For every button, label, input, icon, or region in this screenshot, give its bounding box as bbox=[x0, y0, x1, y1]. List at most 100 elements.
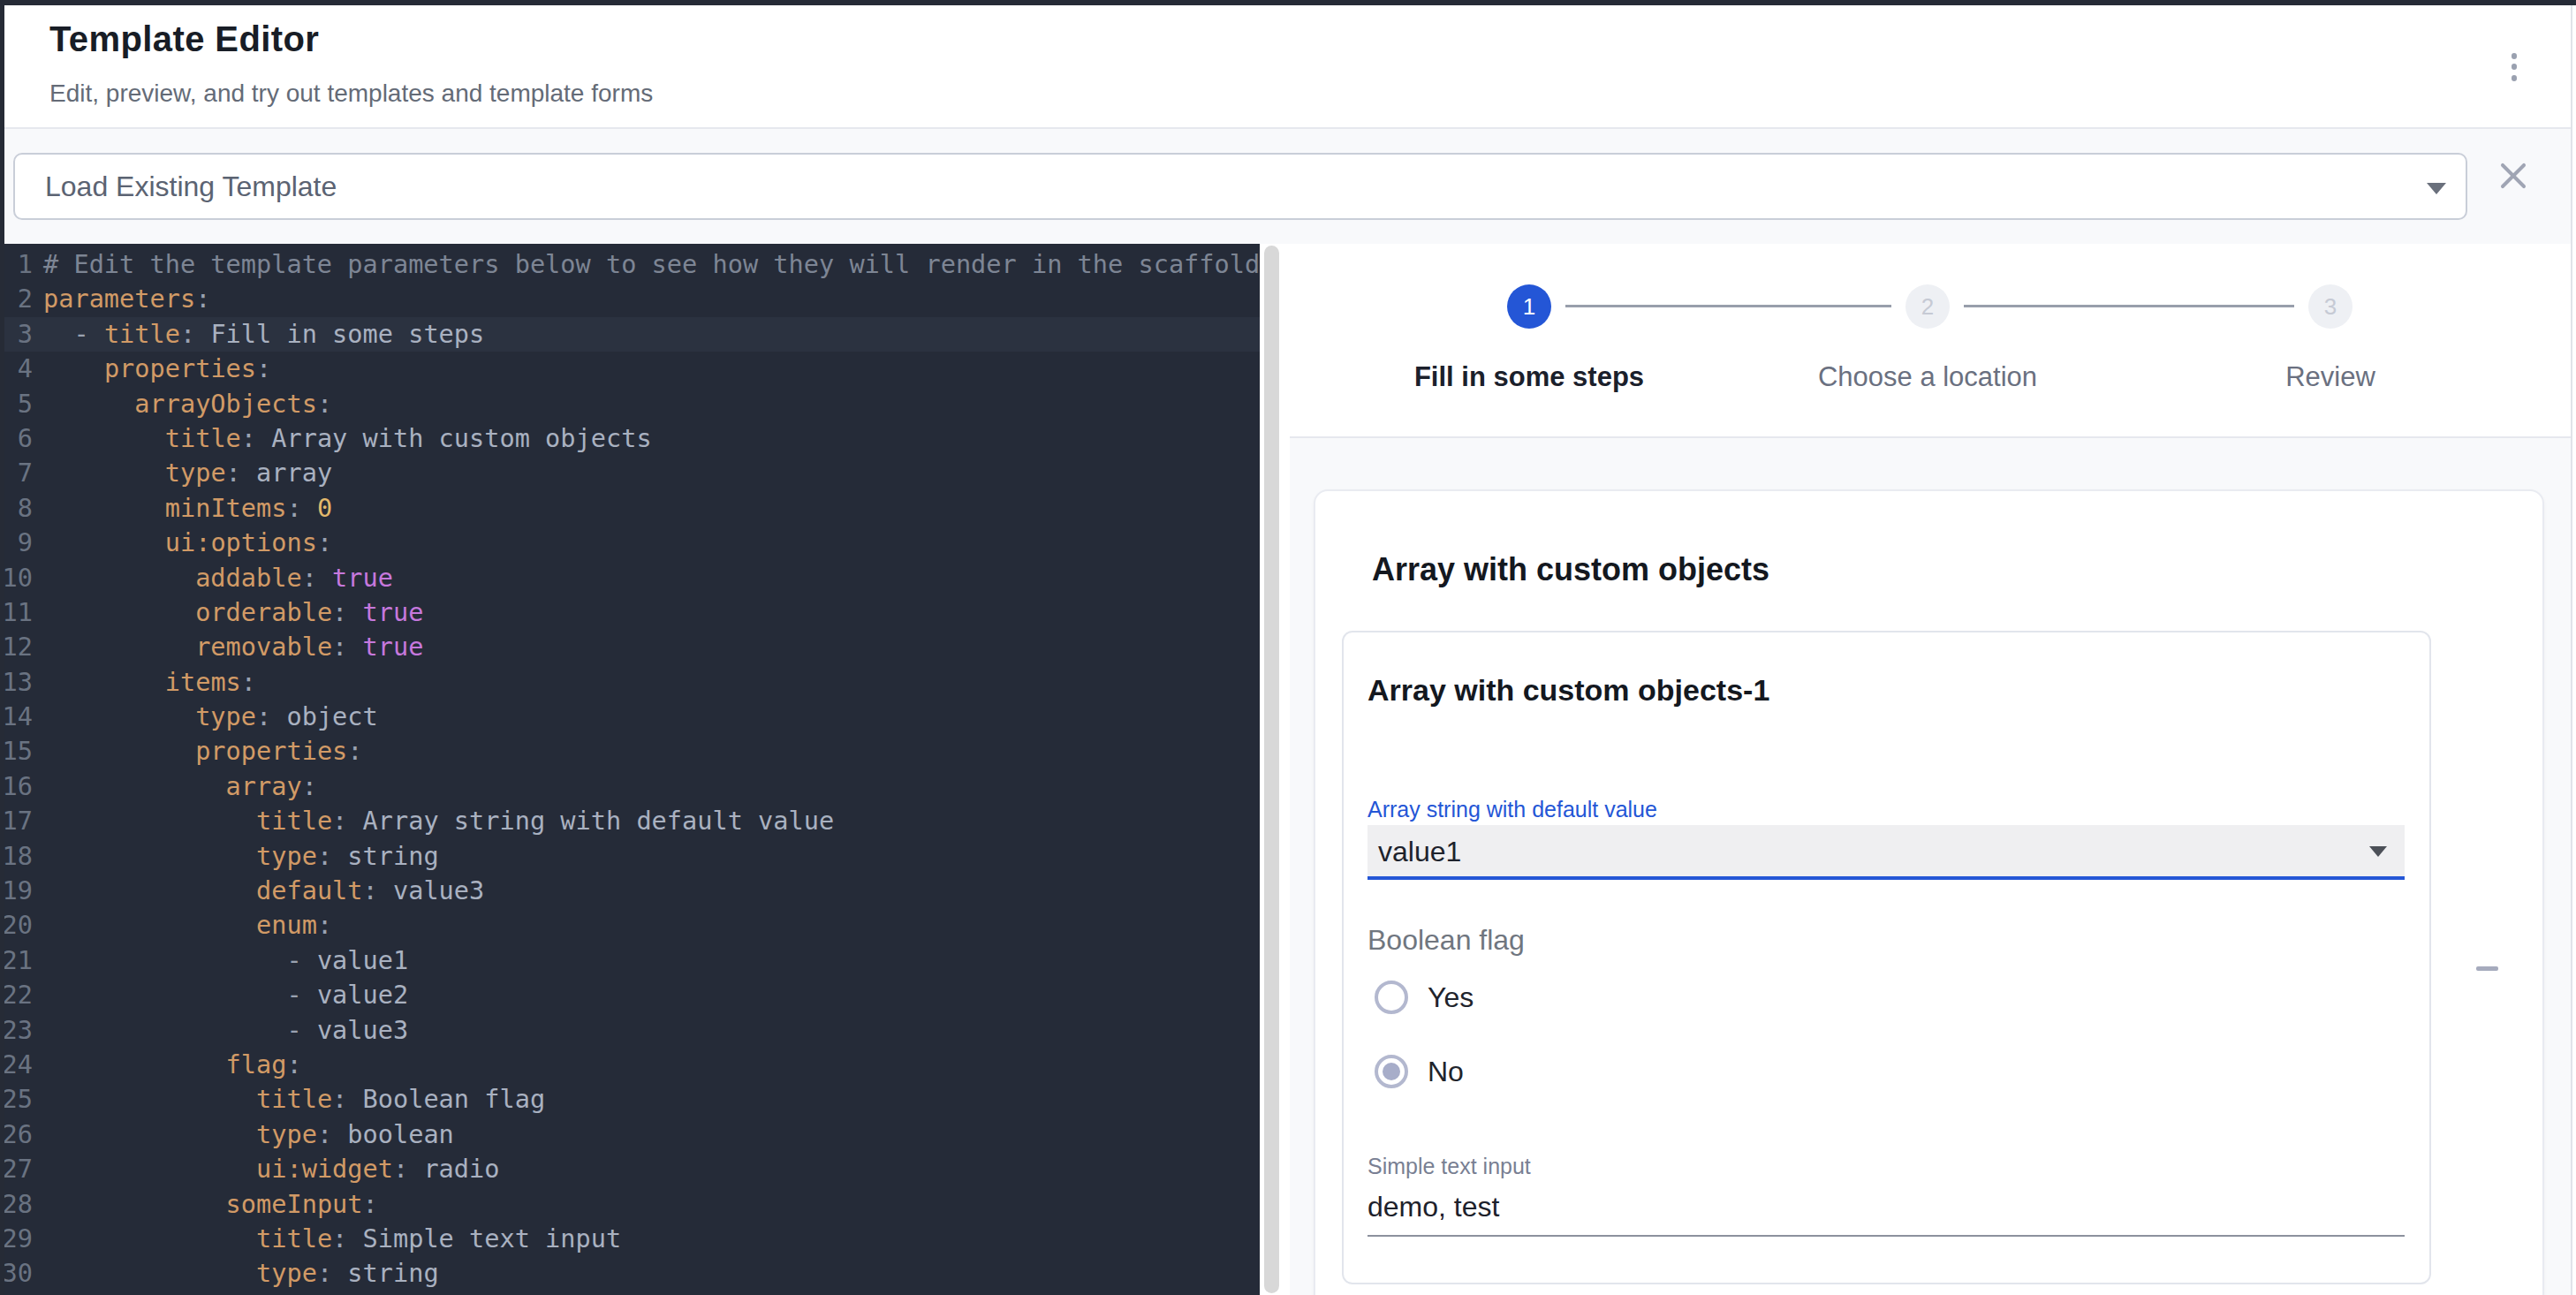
load-existing-template-select[interactable]: Load Existing Template bbox=[13, 153, 2467, 220]
editor-line[interactable]: 23 - value3 bbox=[0, 1013, 1260, 1048]
editor-line[interactable]: 16 array: bbox=[0, 769, 1260, 804]
line-number: 21 bbox=[0, 943, 33, 978]
editor-line[interactable]: 22 - value2 bbox=[0, 978, 1260, 1012]
text-field-label: Simple text input bbox=[1368, 1154, 1531, 1179]
line-number: 13 bbox=[0, 665, 33, 700]
editor-line[interactable]: 1# Edit the template parameters below to… bbox=[0, 247, 1260, 282]
editor-line[interactable]: 18 type: string bbox=[0, 839, 1260, 874]
line-number: 4 bbox=[0, 352, 33, 386]
line-code: - value2 bbox=[33, 978, 408, 1012]
line-number: 27 bbox=[0, 1152, 33, 1186]
editor-line[interactable]: 6 title: Array with custom objects bbox=[0, 421, 1260, 456]
line-number: 30 bbox=[0, 1256, 33, 1291]
line-number: 3 bbox=[0, 317, 33, 352]
load-template-row: Load Existing Template bbox=[0, 129, 2576, 244]
minus-icon bbox=[2476, 966, 2498, 971]
line-code: - title: Fill in some steps bbox=[33, 317, 484, 352]
line-number: 11 bbox=[0, 595, 33, 630]
editor-line[interactable]: 9 ui:options: bbox=[0, 526, 1260, 560]
line-number: 2 bbox=[0, 282, 33, 316]
line-code: flag: bbox=[33, 1048, 302, 1082]
editor-line[interactable]: 14 type: object bbox=[0, 700, 1260, 734]
editor-line[interactable]: 30 type: string bbox=[0, 1256, 1260, 1291]
radio-option-label: Yes bbox=[1428, 981, 1474, 1014]
editor-line[interactable]: 8 minItems: 0 bbox=[0, 491, 1260, 526]
step-circle-3[interactable]: 3 bbox=[2308, 284, 2352, 329]
line-code: title: Simple text input bbox=[33, 1222, 621, 1256]
editor-line[interactable]: 7 type: array bbox=[0, 456, 1260, 490]
more-options-button[interactable] bbox=[2493, 44, 2535, 94]
line-number: 20 bbox=[0, 908, 33, 943]
form-section-title: Array with custom objects bbox=[1372, 551, 1769, 588]
page-scrollbar-track[interactable] bbox=[2571, 5, 2576, 1295]
line-code: ui:options: bbox=[33, 526, 332, 560]
radio-selected-icon[interactable] bbox=[1375, 1055, 1408, 1088]
kebab-dot bbox=[2512, 64, 2518, 70]
step-label-2: Choose a location bbox=[1818, 361, 2037, 393]
editor-line[interactable]: 19 default: value3 bbox=[0, 874, 1260, 908]
editor-line[interactable]: 21 - value1 bbox=[0, 943, 1260, 978]
page-header: Template Editor Edit, preview, and try o… bbox=[0, 5, 2576, 127]
line-number: 26 bbox=[0, 1117, 33, 1152]
line-code: title: Array string with default value bbox=[33, 804, 834, 838]
radio-option-label: No bbox=[1428, 1056, 1464, 1088]
line-code: type: string bbox=[33, 839, 439, 874]
line-code: orderable: true bbox=[33, 595, 423, 630]
stepper-connector bbox=[1565, 305, 1891, 307]
form-preview-area: Array with custom objects Array with cus… bbox=[1290, 438, 2576, 1295]
window-left-edge bbox=[0, 0, 4, 1295]
editor-line[interactable]: 15 properties: bbox=[0, 734, 1260, 769]
yaml-code-editor[interactable]: 1# Edit the template parameters below to… bbox=[0, 244, 1260, 1295]
remove-item-button[interactable] bbox=[2466, 947, 2508, 989]
preview-panel: 1Fill in some steps2Choose a location3Re… bbox=[1290, 244, 2576, 1295]
line-code: type: array bbox=[33, 456, 332, 490]
line-code: addable: true bbox=[33, 561, 393, 595]
line-code: array: bbox=[33, 769, 317, 804]
select-field-label: Array string with default value bbox=[1368, 797, 1657, 822]
window-top-edge bbox=[0, 0, 2576, 5]
dropdown-caret-icon bbox=[2427, 183, 2446, 194]
editor-line[interactable]: 5 arrayObjects: bbox=[0, 387, 1260, 421]
step-circle-2[interactable]: 2 bbox=[1905, 284, 1950, 329]
radio-dot bbox=[1383, 1063, 1400, 1080]
radio-unselected-icon[interactable] bbox=[1375, 981, 1408, 1014]
editor-line[interactable]: 26 type: boolean bbox=[0, 1117, 1260, 1152]
line-code: someInput: bbox=[33, 1187, 378, 1222]
line-number: 12 bbox=[0, 630, 33, 664]
form-paper: Array with custom objects Array with cus… bbox=[1314, 489, 2544, 1295]
array-string-select[interactable]: value1 bbox=[1368, 825, 2405, 880]
editor-line[interactable]: 4 properties: bbox=[0, 352, 1260, 386]
editor-line[interactable]: 13 items: bbox=[0, 665, 1260, 700]
editor-line[interactable]: 28 someInput: bbox=[0, 1187, 1260, 1222]
editor-line[interactable]: 11 orderable: true bbox=[0, 595, 1260, 630]
line-number: 10 bbox=[0, 561, 33, 595]
editor-line[interactable]: 17 title: Array string with default valu… bbox=[0, 804, 1260, 838]
clear-template-button[interactable] bbox=[2498, 161, 2528, 191]
editor-line[interactable]: 12 removable: true bbox=[0, 630, 1260, 664]
text-field-value[interactable]: demo, test bbox=[1368, 1191, 1499, 1223]
line-code: title: Boolean flag bbox=[33, 1082, 545, 1117]
line-number: 5 bbox=[0, 387, 33, 421]
editor-line[interactable]: 20 enum: bbox=[0, 908, 1260, 943]
line-code: type: object bbox=[33, 700, 378, 734]
line-number: 6 bbox=[0, 421, 33, 456]
editor-line[interactable]: 25 title: Boolean flag bbox=[0, 1082, 1260, 1117]
editor-line[interactable]: 27 ui:widget: radio bbox=[0, 1152, 1260, 1186]
editor-scrollbar-thumb[interactable] bbox=[1264, 246, 1279, 1293]
editor-line[interactable]: 2parameters: bbox=[0, 282, 1260, 316]
line-code: enum: bbox=[33, 908, 332, 943]
step-circle-1[interactable]: 1 bbox=[1507, 284, 1551, 329]
line-number: 9 bbox=[0, 526, 33, 560]
editor-active-line[interactable]: 3 - title: Fill in some steps bbox=[0, 317, 1260, 352]
load-existing-template-placeholder: Load Existing Template bbox=[45, 170, 337, 203]
line-code: type: boolean bbox=[33, 1117, 454, 1152]
editor-line[interactable]: 24 flag: bbox=[0, 1048, 1260, 1082]
line-code: items: bbox=[33, 665, 256, 700]
editor-lines: 1# Edit the template parameters below to… bbox=[0, 247, 1260, 1291]
line-number: 7 bbox=[0, 456, 33, 490]
text-field-underline bbox=[1368, 1235, 2405, 1237]
editor-line[interactable]: 29 title: Simple text input bbox=[0, 1222, 1260, 1256]
editor-scrollbar[interactable] bbox=[1260, 244, 1290, 1295]
line-code: default: value3 bbox=[33, 874, 484, 908]
editor-line[interactable]: 10 addable: true bbox=[0, 561, 1260, 595]
